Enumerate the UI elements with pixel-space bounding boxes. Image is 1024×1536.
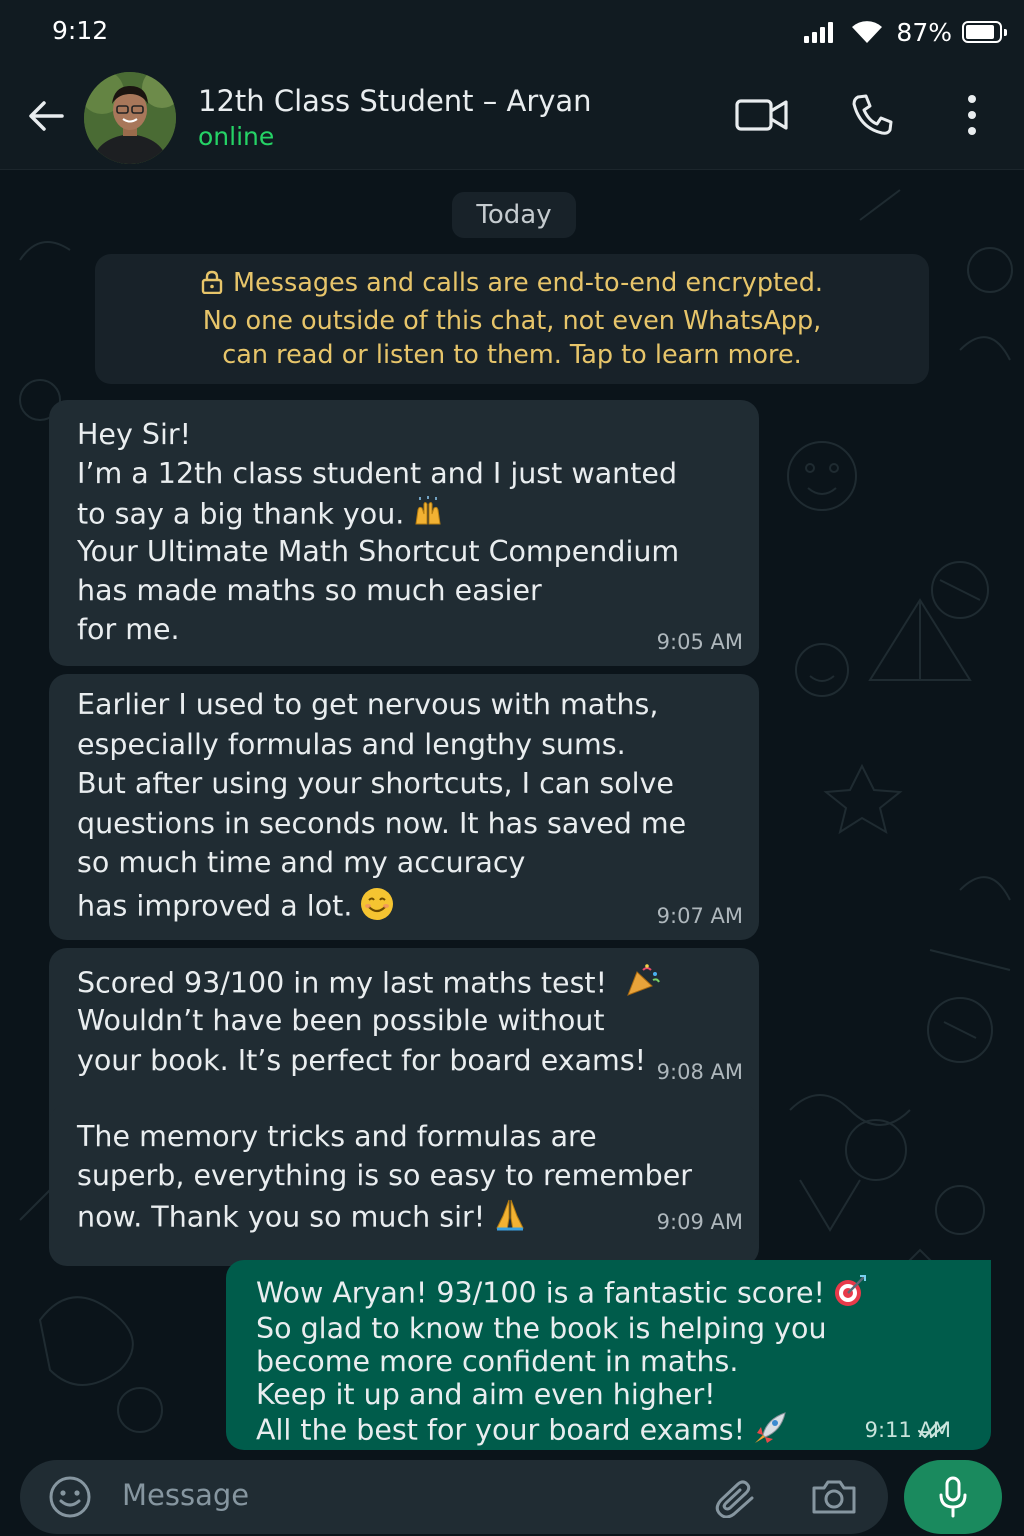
date-chip: Today [452, 192, 576, 238]
message-line: All the best for your board exams! [256, 1413, 746, 1447]
message-line: questions in seconds now. It has saved m… [77, 807, 687, 840]
signal-icon [804, 21, 836, 43]
message-line: Wouldn’t have been possible without [77, 1004, 605, 1037]
message-placeholder: Message [122, 1478, 250, 1512]
message-line: Hey Sir! [77, 418, 192, 451]
message-time: 9:08 AM [656, 1060, 743, 1084]
incoming-message[interactable]: Earlier I used to get nervous with maths… [49, 674, 759, 940]
status-icons: 87% [804, 14, 1007, 50]
mic-button[interactable] [904, 1460, 1002, 1534]
status-bar: 9:12 87% [0, 0, 1024, 62]
message-line: superb, everything is so easy to remembe… [77, 1159, 692, 1192]
message-line: especially formulas and lengthy sums. [77, 728, 626, 761]
lock-icon [201, 269, 223, 304]
encryption-notice[interactable]: Messages and calls are end-to-end encryp… [95, 254, 929, 384]
message-time: 9:09 AM [656, 1210, 743, 1234]
folded-hands-emoji [493, 1198, 527, 1239]
outgoing-message[interactable]: Wow Aryan! 93/100 is a fantastic score! … [226, 1260, 991, 1450]
message-input[interactable]: Message [20, 1460, 888, 1534]
message-line: your book. It’s perfect for board exams! [77, 1044, 647, 1077]
wifi-icon [852, 21, 883, 43]
emoji-icon[interactable] [48, 1475, 92, 1519]
chat-header: 12th Class Student – Aryan online [0, 62, 1024, 170]
message-line: to say a big thank you. [77, 497, 405, 531]
status-time: 9:12 [52, 16, 109, 45]
message-line: has made maths so much easier [77, 574, 542, 607]
direct-hit-emoji [833, 1274, 867, 1315]
message-line: But after using your shortcuts, I can so… [77, 767, 674, 800]
message-line: Scored 93/100 in my last maths test! [77, 966, 608, 1000]
message-line: Wow Aryan! 93/100 is a fantastic score! [256, 1276, 825, 1310]
incoming-message[interactable]: Hey Sir! I’m a 12th class student and I … [49, 400, 759, 666]
encryption-line: can read or listen to them. Tap to learn… [222, 340, 802, 370]
battery-percentage: 87% [896, 17, 952, 47]
message-line: The memory tricks and formulas are [77, 1120, 597, 1153]
party-popper-emoji [625, 964, 661, 1005]
attach-icon[interactable] [712, 1476, 758, 1518]
message-line: now. Thank you so much sir! [77, 1200, 486, 1234]
message-line: so much time and my accuracy [77, 846, 526, 879]
message-line: Your Ultimate Math Shortcut Compendium [77, 535, 680, 568]
encryption-line: No one outside of this chat, not even Wh… [202, 305, 822, 336]
contact-name[interactable]: 12th Class Student – Aryan [198, 84, 592, 118]
more-options-icon[interactable] [944, 90, 1000, 140]
message-line: I’m a 12th class student and I just want… [77, 457, 678, 490]
encryption-line: Messages and calls are end-to-end encryp… [232, 268, 824, 298]
composer-bar: Message [0, 1450, 1024, 1536]
avatar[interactable] [84, 72, 176, 164]
video-call-icon[interactable] [734, 90, 790, 140]
message-line: So glad to know the book is helping you [256, 1312, 827, 1345]
message-time: 9:07 AM [656, 904, 743, 928]
message-time: 9:05 AM [656, 630, 743, 654]
back-arrow-icon[interactable] [22, 92, 70, 140]
message-line: become more confident in maths. [256, 1345, 739, 1378]
incoming-message[interactable]: The memory tricks and formulas are super… [49, 1104, 759, 1248]
contact-status: online [198, 122, 275, 151]
message-line: has improved a lot. [77, 889, 353, 923]
message-line: for me. [77, 613, 180, 646]
voice-call-icon[interactable] [844, 90, 900, 140]
mic-icon [939, 1476, 967, 1518]
message-line: Earlier I used to get nervous with maths… [77, 688, 659, 721]
rocket-emoji [753, 1411, 789, 1450]
chat-area[interactable]: Today Messages and calls are end-to-end … [0, 170, 1024, 1450]
raised-hands-emoji [412, 496, 444, 535]
message-line: Keep it up and aim even higher! [256, 1378, 716, 1411]
smiling-face-emoji [360, 887, 394, 928]
camera-icon[interactable] [810, 1476, 858, 1518]
battery-icon [962, 21, 1007, 43]
double-check-icon [917, 1421, 949, 1439]
